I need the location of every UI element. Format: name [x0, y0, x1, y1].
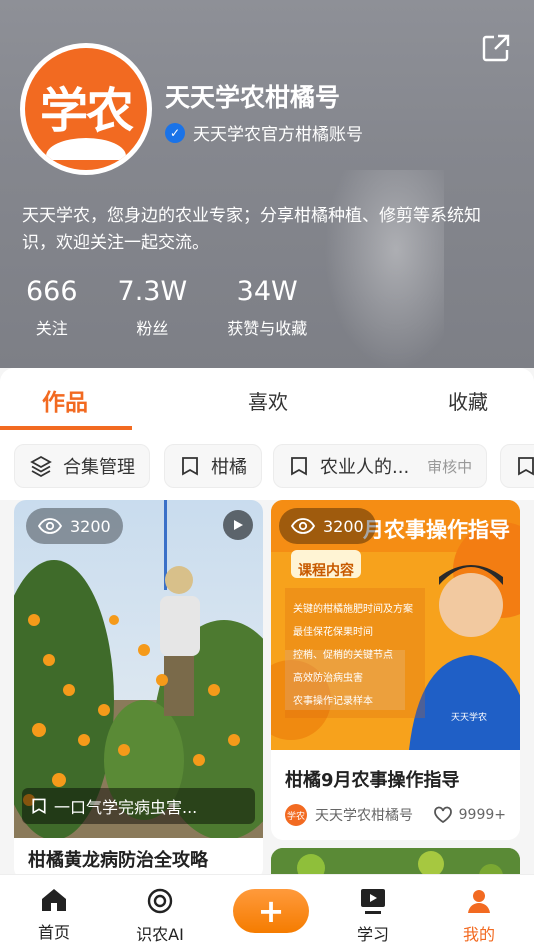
chip-citrus[interactable]: 柑橘 — [164, 444, 262, 488]
poster-point: 最佳保花保果时间 — [293, 627, 373, 638]
bookmark-icon — [291, 457, 307, 476]
poster-title: 月农事操作指导 — [363, 518, 510, 542]
card-title: 柑橘黄龙病防治全攻略 — [28, 850, 208, 871]
poster-points: 关键的柑橘施肥时间及方案 最佳保花保果时间 控梢、促梢的关键节点 高效防治病虫害… — [293, 598, 413, 713]
stat-label: 关注 — [35, 319, 68, 338]
layers-icon — [30, 455, 52, 478]
stat-following[interactable]: 666 关注 — [26, 276, 78, 339]
book-icon — [46, 138, 126, 160]
tab-favorites[interactable]: 收藏 — [448, 386, 488, 415]
add-button[interactable]: + — [233, 889, 309, 933]
avatar-logo-text: 学农 — [39, 83, 134, 139]
profile-header: 学农 天天学农柑橘号 ✓ 天天学农官方柑橘账号 天天学农，您身边的农业专家；分享… — [0, 0, 534, 368]
video-play-icon — [361, 889, 385, 914]
stat-likes[interactable]: 34W 获赞与收藏 — [227, 276, 307, 339]
bookmark-icon — [182, 457, 198, 476]
nav-profile[interactable]: 我的 — [439, 887, 519, 945]
avatar[interactable]: 学农 — [20, 43, 152, 175]
eye-icon — [291, 518, 315, 534]
share-icon[interactable] — [480, 32, 512, 64]
profile-icon — [468, 890, 490, 913]
home-icon — [42, 889, 66, 911]
stat-label: 获赞与收藏 — [227, 319, 308, 338]
chip-collection-manage[interactable]: 合集管理 — [14, 444, 150, 488]
account-name: 天天学农柑橘号 — [165, 83, 341, 112]
poster-point: 控梢、促梢的关键节点 — [293, 650, 393, 661]
active-tab-indicator — [0, 426, 132, 430]
stat-value: 34W — [236, 276, 298, 307]
shirt-logo: 天天学农 — [451, 713, 488, 723]
view-count-badge: 3200 — [279, 508, 376, 544]
collection-caption[interactable]: 一口气学完病虫害... — [22, 788, 255, 824]
eye-icon — [38, 518, 62, 534]
poster-point: 高效防治病虫害 — [293, 673, 363, 684]
verified-label: 天天学农官方柑橘账号 — [193, 125, 363, 145]
stat-value: 7.3W — [117, 276, 188, 307]
nav-label: 识农AI — [136, 925, 184, 944]
chip-label: 柑橘 — [211, 457, 247, 478]
chip-label: 农业人的... — [320, 457, 410, 478]
caption-text: 一口气学完病虫害... — [54, 798, 198, 817]
bio-text: 天天学农，您身边的农业专家；分享柑橘种植、修剪等系统知识，欢迎关注一起交流。 — [22, 206, 481, 253]
nav-ai-identify[interactable]: 识农AI — [120, 887, 200, 945]
view-count: 3200 — [323, 516, 364, 536]
author-row[interactable]: 学农 天天学农柑橘号 — [285, 804, 413, 826]
stat-followers[interactable]: 7.3W 粉丝 — [118, 276, 188, 339]
author-name: 天天学农柑橘号 — [315, 808, 413, 824]
chip-label: 合集管理 — [63, 457, 135, 478]
verified-check-icon: ✓ — [165, 122, 185, 143]
author-avatar: 学农 — [285, 804, 307, 826]
like-count-group[interactable]: 9999+ — [433, 806, 506, 824]
video-card-left[interactable]: 3200 一口气学完病虫害... 柑橘黄龙病防治全攻略 — [14, 500, 263, 880]
nav-label: 学习 — [356, 925, 389, 944]
nav-label: 首页 — [37, 923, 70, 942]
chip-partial[interactable] — [500, 444, 534, 488]
nav-home[interactable]: 首页 — [14, 887, 94, 943]
scan-icon — [147, 888, 173, 914]
tab-works[interactable]: 作品 — [42, 383, 88, 417]
poster-tag: 课程内容 — [298, 563, 354, 579]
poster-point: 关键的柑橘施肥时间及方案 — [293, 604, 413, 615]
content-tabs: 作品 喜欢 收藏 — [0, 368, 534, 432]
card-title: 柑橘9月农事操作指导 — [285, 770, 460, 791]
play-icon[interactable] — [223, 510, 253, 540]
video-card-right[interactable]: 月农事操作指导 课程内容 关键的柑橘施肥时间及方案 最佳保花保果时间 控梢、促梢… — [271, 500, 520, 840]
poster-point: 农事操作记录样本 — [293, 696, 373, 707]
view-count: 3200 — [70, 516, 111, 536]
verified-badge: ✓ 天天学农官方柑橘账号 — [165, 120, 363, 145]
review-status: 审核中 — [427, 457, 473, 476]
tab-likes[interactable]: 喜欢 — [248, 386, 288, 415]
bookmark-icon — [518, 457, 534, 476]
stat-value: 666 — [26, 276, 78, 307]
nav-label: 我的 — [462, 925, 495, 944]
bottom-nav: 首页 识农AI + 学习 我的 — [0, 874, 534, 950]
stats-row: 666 关注 7.3W 粉丝 34W 获赞与收藏 — [26, 276, 347, 339]
heart-icon — [433, 806, 452, 824]
chip-farmer-collection[interactable]: 农业人的... 审核中 — [273, 444, 488, 488]
collection-chips: 合集管理 柑橘 农业人的... 审核中 — [0, 432, 534, 500]
like-count: 9999+ — [458, 807, 506, 823]
view-count-badge: 3200 — [26, 508, 123, 544]
stat-label: 粉丝 — [136, 319, 169, 338]
bookmark-icon — [32, 798, 46, 814]
nav-learn[interactable]: 学习 — [333, 887, 413, 945]
